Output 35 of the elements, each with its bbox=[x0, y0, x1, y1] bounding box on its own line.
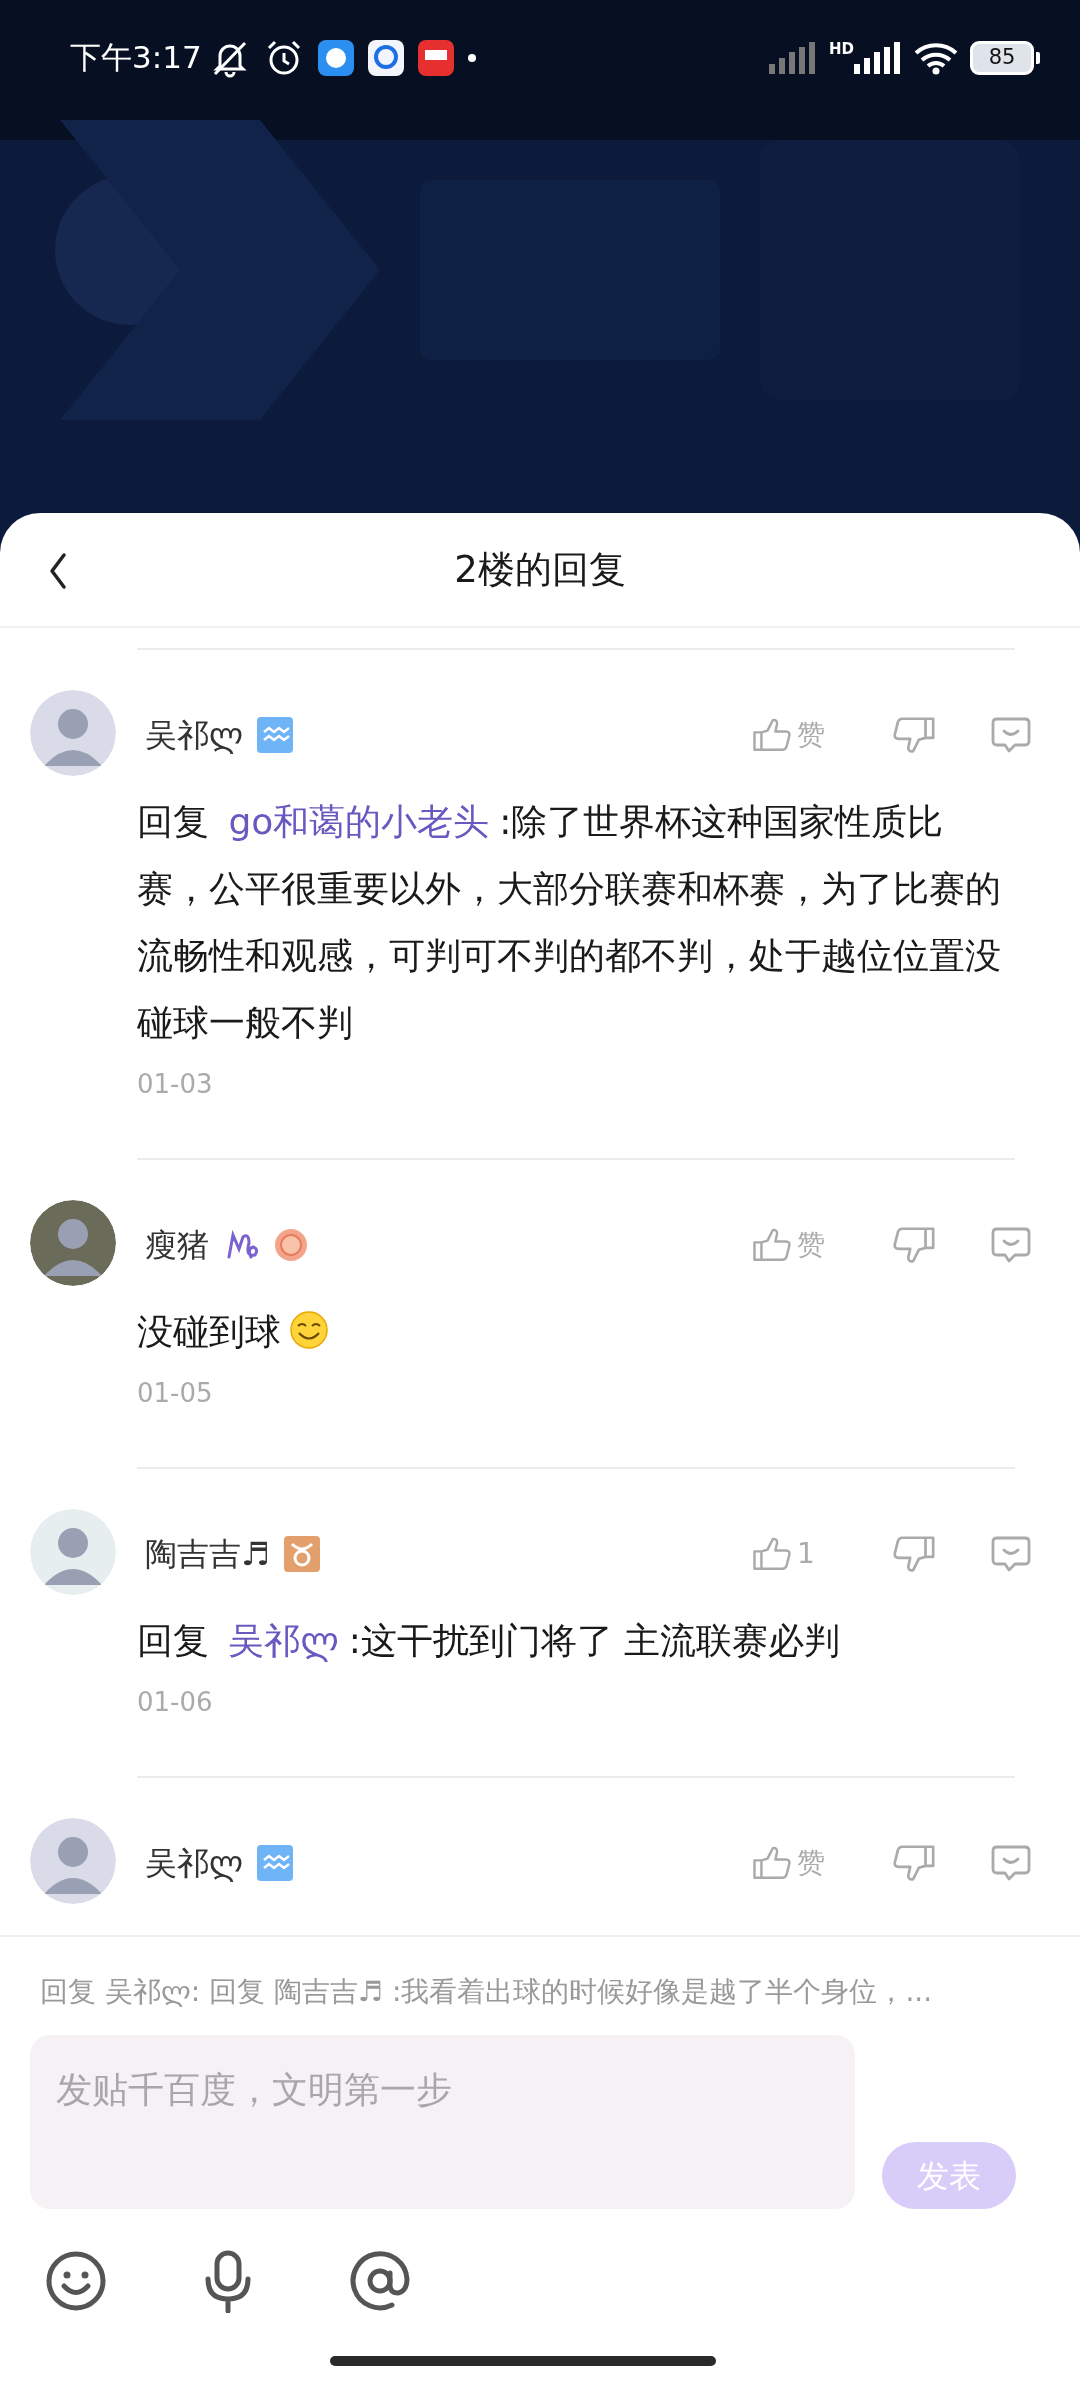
at-sign-icon bbox=[348, 2249, 412, 2313]
signal-icon bbox=[769, 41, 817, 74]
aquarius-badge-icon bbox=[257, 1845, 294, 1881]
wifi-icon bbox=[914, 40, 958, 75]
comment-text: 回复 吴祁ლ :这干扰到门将了 主流联赛必判 bbox=[137, 1619, 842, 1664]
comment-date: 01-06 bbox=[137, 1686, 214, 1719]
mention-link[interactable]: 吴祁ლ bbox=[228, 1620, 339, 1661]
username[interactable]: 陶吉吉♬ bbox=[145, 1530, 270, 1578]
avatar[interactable] bbox=[30, 1509, 116, 1595]
avatar[interactable] bbox=[30, 1818, 116, 1904]
username[interactable]: 吴祁ლ bbox=[145, 711, 244, 759]
sheet-title: 2楼的回复 bbox=[454, 546, 626, 593]
comment-text: 没碰到球 bbox=[137, 1298, 1015, 1365]
avatar[interactable] bbox=[30, 1200, 116, 1286]
mention-link[interactable]: go和蔼的小老头 bbox=[228, 801, 490, 842]
input-field[interactable]: 发贴千百度，文明第一步 bbox=[30, 2035, 855, 2209]
comment-date: 01-03 bbox=[137, 1068, 214, 1101]
medal-badge-icon bbox=[273, 1227, 309, 1263]
signal-icon bbox=[854, 41, 902, 74]
username[interactable]: 吴祁ლ bbox=[145, 1839, 244, 1887]
emoji-button[interactable] bbox=[44, 2249, 108, 2313]
mention-button[interactable] bbox=[348, 2249, 412, 2313]
smiley-icon bbox=[44, 2249, 108, 2313]
network-label: HD bbox=[829, 41, 854, 57]
reply-preview: 回复 吴祁ლ: 回复 陶吉吉♬ :我看着出球的时候好像是越了半个身位，... bbox=[40, 1974, 934, 2010]
comment-text: 回复 go和蔼的小老头 :除了世界杯这种国家性质比赛，公平很重要以外，大部分联赛和杯赛，为了比赛的流畅性和观感，可判可不判的都不判，处于越位位置没碰球一般不判 bbox=[137, 800, 1002, 1045]
battery-level: 85 bbox=[970, 40, 1034, 75]
taurus-badge-icon bbox=[283, 1536, 320, 1572]
dot-icon bbox=[467, 53, 476, 62]
smiley-emoji-icon bbox=[289, 1310, 329, 1350]
comment-date: 01-05 bbox=[137, 1377, 214, 1410]
username[interactable]: 瘦猪 bbox=[145, 1221, 209, 1269]
aquarius-badge-icon bbox=[257, 717, 294, 753]
clock-time: 下午3:17 bbox=[70, 38, 202, 78]
avatar[interactable] bbox=[30, 690, 116, 776]
